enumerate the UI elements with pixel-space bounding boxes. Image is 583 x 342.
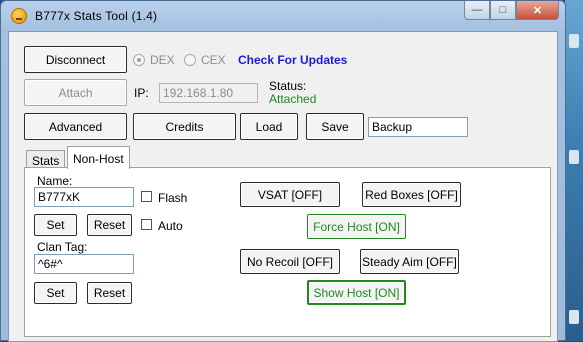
clan-reset-button[interactable]: Reset [87, 282, 132, 304]
clan-set-button[interactable]: Set [34, 282, 77, 304]
red-boxes-toggle-button[interactable]: Red Boxes [OFF] [362, 182, 461, 207]
vsat-toggle-button[interactable]: VSAT [OFF] [240, 182, 340, 207]
show-host-toggle-button[interactable]: Show Host [ON] [307, 280, 406, 305]
clan-tag-label: Clan Tag: [37, 240, 88, 254]
desktop-icon [569, 34, 579, 48]
tab-stats[interactable]: Stats [26, 150, 66, 168]
auto-checkbox[interactable] [141, 219, 152, 230]
flash-label: Flash [158, 191, 188, 205]
caption-buttons: — □ ✕ [464, 1, 559, 20]
status-value: Attached [269, 92, 317, 106]
desktop-background [565, 0, 583, 341]
disconnect-button[interactable]: Disconnect [24, 46, 127, 73]
name-input[interactable]: B777xK [34, 187, 134, 207]
no-recoil-toggle-button[interactable]: No Recoil [OFF] [240, 249, 340, 274]
auto-label: Auto [158, 219, 183, 233]
non-host-panel: Name: B777xK Flash Set Reset Auto Clan T… [24, 167, 551, 337]
name-set-button[interactable]: Set [34, 214, 77, 236]
ip-label: IP: [134, 86, 149, 100]
name-reset-button[interactable]: Reset [87, 214, 132, 236]
check-updates-link[interactable]: Check For Updates [238, 53, 347, 67]
desktop-icon [569, 310, 579, 324]
flash-checkbox[interactable] [141, 191, 152, 202]
load-button[interactable]: Load [240, 113, 298, 140]
name-label: Name: [37, 174, 73, 188]
app-smiley-icon [11, 8, 27, 24]
minimize-button[interactable]: — [464, 1, 490, 20]
status-label: Status: [269, 79, 307, 93]
desktop-icon [569, 150, 579, 164]
save-button[interactable]: Save [306, 113, 364, 140]
credits-button[interactable]: Credits [133, 113, 236, 140]
ip-input[interactable]: 192.168.1.80 [159, 83, 258, 103]
maximize-button[interactable]: □ [490, 1, 516, 20]
window-title: B777x Stats Tool (1.4) [35, 9, 158, 23]
steady-aim-toggle-button[interactable]: Steady Aim [OFF] [360, 249, 459, 274]
dex-radio[interactable] [133, 54, 145, 66]
attach-button[interactable]: Attach [24, 79, 127, 106]
cex-radio[interactable] [184, 54, 196, 66]
close-button[interactable]: ✕ [516, 1, 559, 20]
backup-name-input[interactable]: Backup [368, 117, 468, 137]
title-bar[interactable]: B777x Stats Tool (1.4) — □ ✕ [1, 1, 565, 31]
advanced-button[interactable]: Advanced [24, 113, 127, 140]
dex-label: DEX [150, 53, 175, 67]
force-host-toggle-button[interactable]: Force Host [ON] [307, 214, 406, 239]
tab-non-host[interactable]: Non-Host [67, 146, 130, 169]
app-window: B777x Stats Tool (1.4) — □ ✕ Disconnect … [0, 0, 566, 342]
clan-tag-input[interactable]: ^6#^ [34, 254, 134, 274]
cex-label: CEX [201, 53, 226, 67]
client-area: Disconnect DEX CEX Check For Updates Att… [8, 31, 558, 342]
